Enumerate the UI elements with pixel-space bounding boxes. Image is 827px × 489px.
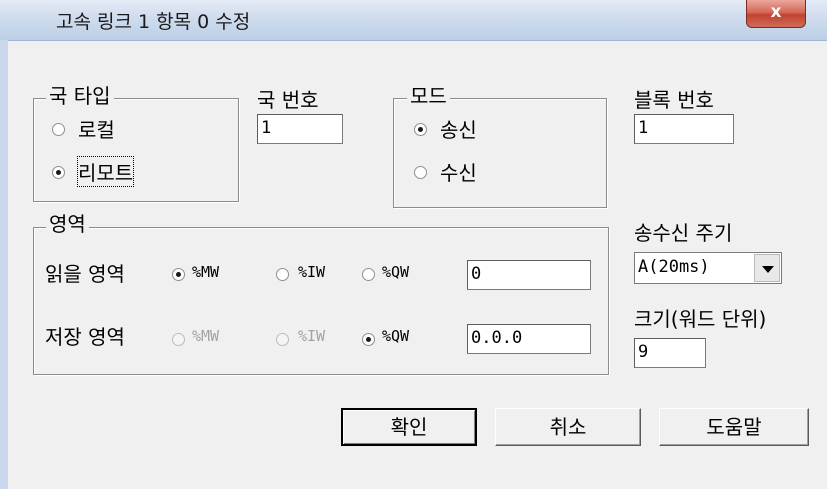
station-type-remote-radio[interactable] bbox=[52, 166, 65, 179]
station-type-group bbox=[33, 98, 239, 202]
ok-button[interactable]: 확인 bbox=[341, 408, 477, 446]
station-type-local-radio[interactable] bbox=[52, 123, 65, 136]
mode-legend: 모드 bbox=[407, 84, 450, 108]
cycle-select-value: A(20ms) bbox=[638, 257, 710, 277]
save-qw-label[interactable]: %QW bbox=[382, 327, 409, 345]
read-mw-radio[interactable] bbox=[172, 268, 185, 281]
save-iw-label[interactable]: %IW bbox=[298, 327, 325, 345]
station-type-legend: 국 타입 bbox=[46, 84, 114, 108]
area-legend: 영역 bbox=[46, 212, 89, 236]
read-qw-radio[interactable] bbox=[362, 268, 375, 281]
save-mw-radio[interactable] bbox=[172, 333, 185, 346]
cancel-button[interactable]: 취소 bbox=[495, 408, 641, 446]
read-area-label: 읽을 영역 bbox=[45, 262, 125, 286]
save-qw-radio[interactable] bbox=[362, 333, 375, 346]
mode-group bbox=[393, 98, 607, 208]
mode-receive-label[interactable]: 수신 bbox=[440, 157, 477, 186]
close-button[interactable]: x bbox=[746, 0, 806, 28]
save-iw-radio[interactable] bbox=[276, 333, 289, 346]
window-title: 고속 링크 1 항목 0 수정 bbox=[56, 11, 251, 33]
mode-receive-radio[interactable] bbox=[414, 166, 427, 179]
read-area-input[interactable]: 0 bbox=[467, 260, 591, 290]
help-button[interactable]: 도움말 bbox=[659, 408, 809, 446]
cycle-label: 송수신 주기 bbox=[634, 221, 733, 245]
size-input[interactable]: 9 bbox=[634, 338, 706, 368]
title-bar[interactable]: 고속 링크 1 항목 0 수정 x bbox=[0, 0, 827, 41]
read-qw-label[interactable]: %QW bbox=[382, 263, 409, 281]
station-number-label: 국 번호 bbox=[257, 88, 319, 112]
station-number-input[interactable]: 1 bbox=[257, 114, 343, 144]
save-area-label: 저장 영역 bbox=[45, 325, 125, 349]
mode-send-label[interactable]: 송신 bbox=[440, 114, 477, 143]
block-number-label: 블록 번호 bbox=[634, 88, 714, 112]
station-type-local-label[interactable]: 로컬 bbox=[78, 114, 115, 143]
block-number-input[interactable]: 1 bbox=[634, 114, 734, 144]
read-iw-radio[interactable] bbox=[276, 268, 289, 281]
size-label: 크기(워드 단위) bbox=[634, 307, 767, 331]
save-area-input[interactable]: 0.0.0 bbox=[467, 324, 591, 354]
station-type-remote-label[interactable]: 리모트 bbox=[76, 156, 135, 187]
save-mw-label[interactable]: %MW bbox=[192, 327, 219, 345]
cycle-select[interactable]: A(20ms) bbox=[634, 252, 782, 284]
read-mw-label[interactable]: %MW bbox=[192, 263, 219, 281]
close-icon: x bbox=[770, 2, 782, 22]
read-iw-label[interactable]: %IW bbox=[298, 263, 325, 281]
chevron-down-icon[interactable] bbox=[754, 254, 780, 282]
mode-send-radio[interactable] bbox=[414, 123, 427, 136]
